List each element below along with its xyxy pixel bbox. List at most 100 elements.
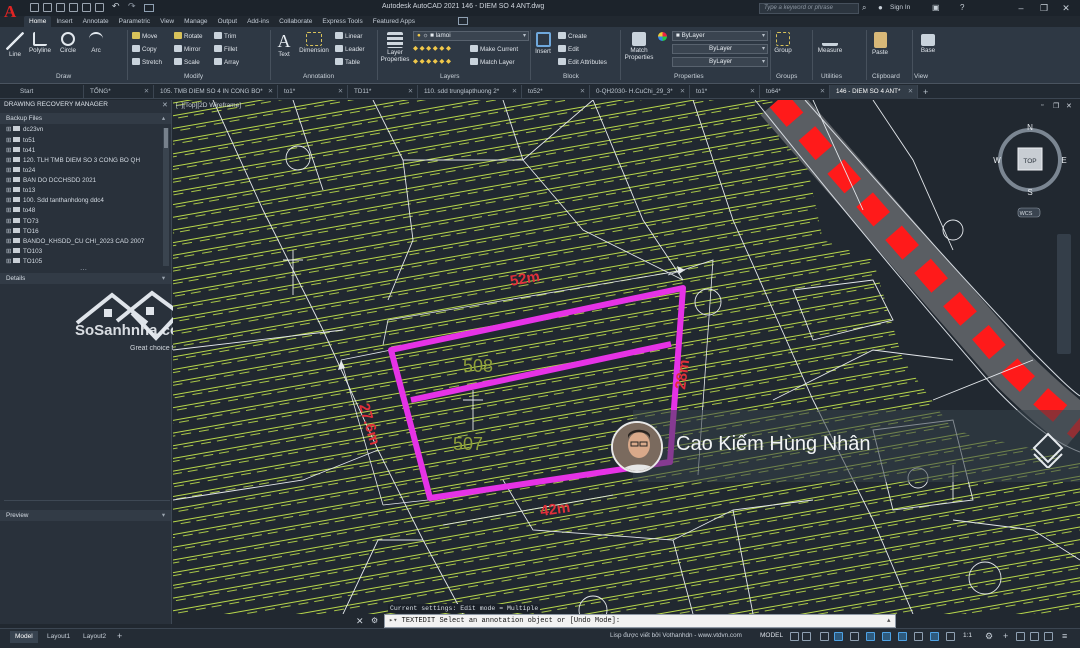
drawing-canvas[interactable]: 508 507 52m 28m 27.6m 42m TOP N S E W WC… [173,100,1080,614]
doc-tab-active[interactable]: 146 - DIEM SO 4 ANT* ✕ [830,85,918,99]
layer-tools-row-1[interactable]: ◆ ◆ ◆ ◆ ◆ ◆ [413,45,451,52]
compass-north[interactable]: N [1027,123,1033,132]
close-tab-icon[interactable]: ✕ [580,85,585,99]
block-panel-title[interactable]: Block [563,73,579,80]
compass-west[interactable]: W [993,156,1001,165]
groups-panel-title[interactable]: Groups [776,73,797,80]
backup-files-scrollbar[interactable] [163,128,169,266]
palette-close-icon[interactable]: ✕ [162,101,168,109]
backup-file-item[interactable]: ⊞ to48 [6,207,35,214]
backup-file-item[interactable]: ⊞ dc23vn [6,126,43,133]
doc-tab-start[interactable]: Start [14,85,84,99]
units-icon[interactable] [1016,632,1025,641]
backup-file-item[interactable]: ⊞ BANDO_KHSDD_CU CHI_2023 CAD 2007 [6,238,144,245]
tab-annotate[interactable]: Annotate [78,16,114,27]
tab-featured-apps[interactable]: Featured Apps [368,16,420,27]
object-snap-tracking-icon[interactable] [866,632,875,641]
compass-east[interactable]: E [1061,156,1066,165]
color-dropdown[interactable]: ■ ByLayer [672,31,768,41]
ortho-icon[interactable] [820,632,829,641]
tab-insert[interactable]: Insert [51,16,77,27]
layer-tools-row-2[interactable]: ◆ ◆ ◆ ◆ ◆ ◆ [413,58,451,65]
dimension-button[interactable]: Dimension [297,32,331,54]
properties-panel-title[interactable]: Properties [674,73,704,80]
lineweight-dropdown[interactable]: ByLayer [672,57,768,67]
doc-tab[interactable]: 0-QH2030- H.CuChi_29_3* ✕ [590,85,690,99]
tab-parametric[interactable]: Parametric [114,16,155,27]
help-icon[interactable]: ? [960,3,964,12]
match-layer-button[interactable]: Match Layer [470,58,515,66]
autocad-logo-icon[interactable]: A [4,1,22,23]
tab-output[interactable]: Output [213,16,243,27]
open-file-icon[interactable] [43,3,52,12]
utilities-panel-title[interactable]: Utilities [821,73,842,80]
draw-panel-title[interactable]: Draw [56,73,71,80]
fillet-button[interactable]: Fillet [214,45,237,53]
view-panel-title[interactable]: View [914,73,928,80]
share-icon[interactable] [95,3,104,12]
viewport-close-icon[interactable]: ✕ [1066,102,1072,110]
isodraft-icon[interactable] [850,632,859,641]
drawing-viewport[interactable]: 508 507 52m 28m 27.6m 42m TOP N S E W WC… [173,100,1080,614]
selection-cycling-icon[interactable] [930,632,939,641]
tab-add-ins[interactable]: Add-ins [242,16,274,27]
tab-express-tools[interactable]: Express Tools [317,16,367,27]
isolate-objects-icon[interactable] [1030,632,1039,641]
scrollbar-thumb[interactable] [164,128,168,148]
tab-collaborate[interactable]: Collaborate [274,16,317,27]
table-button[interactable]: Table [335,58,360,66]
doc-tab[interactable]: TỔNG* ✕ [84,85,154,99]
scale-button[interactable]: Scale [174,58,200,66]
trim-button[interactable]: Trim [214,32,236,40]
measure-button[interactable]: Measure [815,32,845,54]
leader-button[interactable]: Leader [335,45,365,53]
backup-file-item[interactable]: ⊞ 100. Sdd tanthanhdong ddc4 [6,197,104,204]
doc-tab[interactable]: 110. sdd trunglapthuong 2* ✕ [418,85,522,99]
close-tab-icon[interactable]: ✕ [408,85,413,99]
redo-icon[interactable]: ↷ [128,1,136,12]
backup-file-item[interactable]: ⊞ to51 [6,137,35,144]
command-customize-icon[interactable]: ⚙ [371,616,378,625]
autodesk-app-store-icon[interactable]: ▣ [932,3,940,12]
viewcube-top-face[interactable]: TOP [1023,158,1036,165]
restore-button[interactable]: ❐ [1037,2,1051,14]
doc-tab[interactable]: TD11* ✕ [348,85,418,99]
layers-panel-title[interactable]: Layers [440,73,460,80]
viewport-controls-label[interactable]: [–][Top][2D Wireframe] [176,102,241,109]
tab-layout1[interactable]: Layout1 [42,631,75,643]
doc-tab[interactable]: to52* ✕ [522,85,590,99]
close-window-button[interactable]: ✕ [1059,2,1073,14]
compass-south[interactable]: S [1027,188,1032,197]
backup-file-item[interactable]: ⊞ 120. TLH TMB DIEM SO 3 CONG BO QH [6,157,140,164]
group-button[interactable]: Group [772,32,794,54]
text-button[interactable]: A Text [273,32,295,58]
color-wheel-icon[interactable] [658,32,667,41]
modify-panel-title[interactable]: Modify [184,73,203,80]
circle-button[interactable]: Circle [56,32,80,54]
arc-button[interactable]: Arc [84,32,108,54]
new-file-icon[interactable] [30,3,39,12]
backup-file-item[interactable]: ⊞ to24 [6,167,35,174]
doc-tab[interactable]: to1* ✕ [690,85,760,99]
base-view-button[interactable]: Base [916,34,940,54]
line-button[interactable]: Line [4,32,26,58]
copy-button[interactable]: Copy [132,45,157,53]
close-tab-icon[interactable]: ✕ [338,85,343,99]
stretch-button[interactable]: Stretch [132,58,162,66]
workspace-gear-icon[interactable]: ⚙ [985,631,993,642]
backup-file-item[interactable]: ⊞ TO16 [6,228,39,235]
match-properties-button[interactable]: Match Properties [622,32,656,61]
user-icon[interactable]: ● [878,3,883,12]
command-recent-icon[interactable]: ▴ [887,616,891,624]
annotation-panel-title[interactable]: Annotation [303,73,334,80]
edit-attributes-button[interactable]: Edit Attributes [558,58,607,66]
annotation-scale[interactable]: 1:1 [963,632,972,639]
backup-file-item[interactable]: ⊞ BAN DO DCCHSDD 2021 [6,177,96,184]
close-tab-icon[interactable]: ✕ [680,85,685,99]
wcs-menu[interactable]: WCS [1020,211,1033,217]
insert-block-button[interactable]: Insert [532,32,554,55]
polar-tracking-icon[interactable] [834,632,843,641]
close-tab-icon[interactable]: ✕ [820,85,825,99]
doc-tab[interactable]: to64* ✕ [760,85,830,99]
rotate-button[interactable]: Rotate [174,32,203,40]
